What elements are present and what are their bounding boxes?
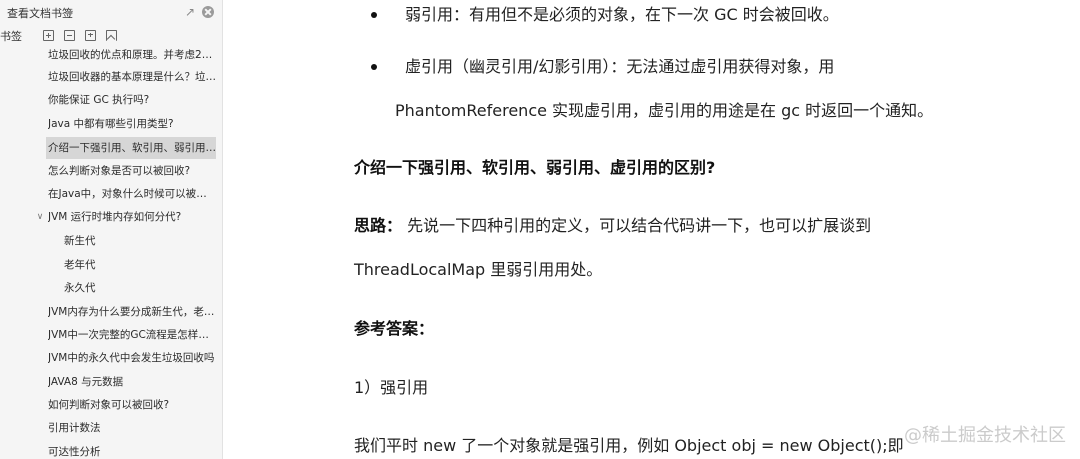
list-item[interactable]: JVM中的永久代中会发生垃圾回收吗 [48, 347, 216, 369]
paragraph: 虚引用（幽灵引用/幻影引用）：无法通过虚引用获得对象，用 [405, 57, 835, 76]
chevron-down-icon[interactable]: ∨ [35, 206, 45, 228]
sidebar-title: 查看文档书签 [7, 7, 73, 20]
list-item[interactable]: 你能保证 GC 执行吗? [48, 89, 216, 111]
paragraph: 思路： 先说一下四种引用的定义，可以结合代码讲一下，也可以扩展谈到 [354, 214, 871, 238]
answer-label: 参考答案： [354, 319, 435, 338]
list-item[interactable]: 引用计数法 [48, 417, 216, 439]
bullet-icon [371, 12, 377, 18]
section-heading: 介绍一下强引用、软引用、弱引用、虚引用的区别? [354, 158, 716, 177]
collapse-all-icon[interactable] [64, 30, 75, 41]
sidebar-toolbar-label: 书签 [0, 30, 22, 43]
watermark: @稀土掘金技术社区 [904, 425, 1066, 446]
expand-all-icon[interactable] [43, 30, 54, 41]
list-item[interactable]: 如何判断对象可以被回收? [48, 394, 216, 416]
bullet-icon [371, 64, 377, 70]
subsection-title: 1）强引用 [354, 378, 429, 397]
list-item[interactable]: 怎么判断对象是否可以被回收? [48, 160, 216, 182]
list-item[interactable]: Java 中都有哪些引用类型? [48, 113, 216, 135]
document-view: 弱引用：有用但不是必须的对象，在下一次 GC 时会被回收。 虚引用（幽灵引用/幻… [223, 0, 1080, 459]
list-item[interactable]: JAVA8 与元数据 [48, 371, 216, 393]
expand-icon[interactable]: ↗ [183, 5, 197, 19]
list-item[interactable]: 老年代 [64, 254, 214, 276]
chevron-down-icon[interactable]: ▼ [67, 8, 73, 20]
list-item[interactable]: JVM内存为什么要分成新生代，老年代，持久代。新生代中为什么要分为Eden和Su… [48, 301, 216, 323]
list-item-selected[interactable]: 介绍一下强引用、软引用、弱引用、虚引用的区别？ [46, 137, 216, 159]
bookmark-icon[interactable] [106, 30, 117, 41]
list-item[interactable]: 在Java中，对象什么时候可以被垃圾回收 [48, 183, 216, 205]
list-item[interactable]: 永久代 [64, 277, 214, 299]
list-item[interactable]: JVM中一次完整的GC流程是怎样的，对象如何晋升到老年代 [48, 324, 216, 346]
sidebar-toolbar: 书签 [0, 28, 222, 46]
list-item[interactable]: JVM 运行时堆内存如何分代? [48, 206, 216, 228]
paragraph: PhantomReference 实现虚引用，虚引用的用途是在 gc 时返回一个… [395, 101, 934, 120]
list-item[interactable]: 新生代 [64, 230, 214, 252]
idea-text: 先说一下四种引用的定义，可以结合代码讲一下，也可以扩展谈到 [402, 216, 872, 235]
paragraph: 弱引用：有用但不是必须的对象，在下一次 GC 时会被回收。 [405, 5, 839, 24]
list-item[interactable]: 可达性分析 [48, 441, 216, 459]
list-item[interactable]: 垃圾回收器的基本原理是什么？垃圾回收器可以马上回收内存吗？ [48, 66, 216, 88]
idea-label: 思路： [354, 216, 403, 235]
list-item[interactable]: 垃圾回收的优点和原理。并考虑2种回收机制 [48, 48, 216, 62]
add-bookmark-icon[interactable] [85, 30, 96, 41]
paragraph: 我们平时 new 了一个对象就是强引用，例如 Object obj = new … [354, 436, 904, 455]
sidebar-header: 查看文档书签 ▼ ↗ [0, 0, 222, 28]
close-icon[interactable] [202, 6, 214, 18]
paragraph: ThreadLocalMap 里弱引用用处。 [354, 260, 603, 279]
bookmark-sidebar: 查看文档书签 ▼ ↗ 书签 垃圾回收的优点和原理。并考虑2种回收机制 垃圾回收器… [0, 0, 223, 459]
